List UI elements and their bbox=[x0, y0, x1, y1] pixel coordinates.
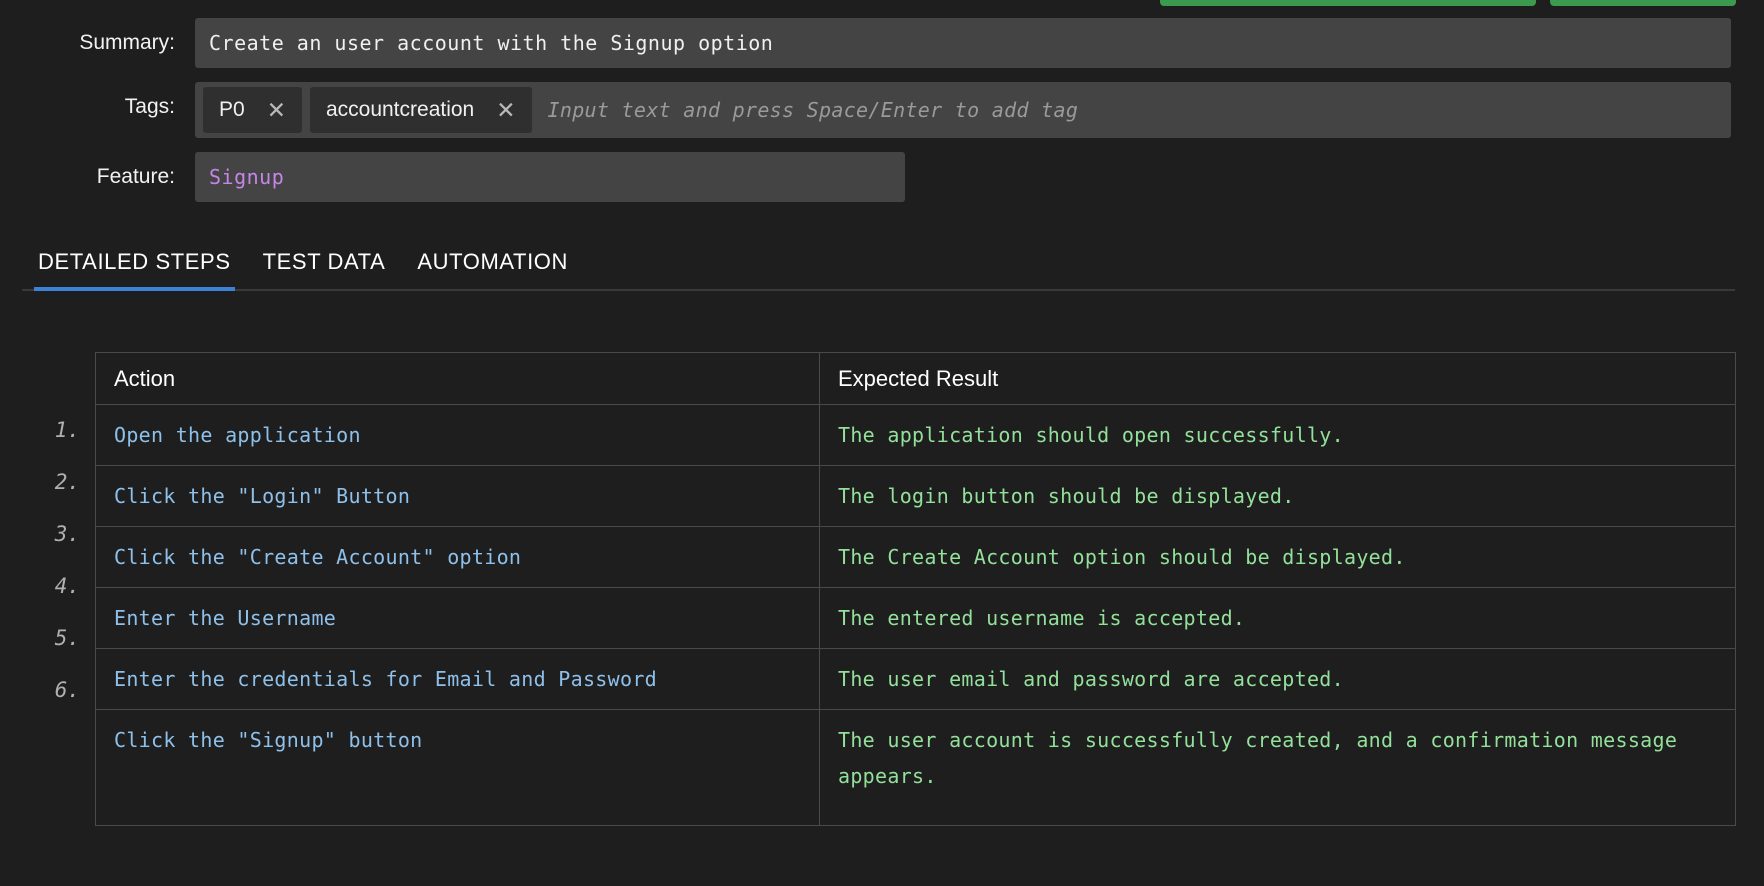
step-number-column: 1. 2. 3. 4. 5. 6. bbox=[0, 352, 95, 716]
tags-placeholder[interactable]: Input text and press Space/Enter to add … bbox=[540, 98, 1079, 122]
tab-detailed-steps[interactable]: DETAILED STEPS bbox=[22, 243, 247, 289]
summary-input[interactable]: Create an user account with the Signup o… bbox=[195, 18, 1731, 68]
tags-label: Tags: bbox=[0, 82, 195, 132]
step-result-cell[interactable]: The user email and password are accepted… bbox=[820, 649, 1736, 710]
table-row[interactable]: Click the "Login" Button The login butto… bbox=[96, 466, 1736, 527]
detailed-steps-table: Action Expected Result Open the applicat… bbox=[95, 352, 1736, 826]
table-row[interactable]: Enter the credentials for Email and Pass… bbox=[96, 649, 1736, 710]
tab-automation[interactable]: AUTOMATION bbox=[401, 243, 584, 289]
step-number: 3. bbox=[0, 508, 95, 560]
green-action-button-1[interactable] bbox=[1160, 0, 1536, 6]
step-number: 4. bbox=[0, 560, 95, 612]
tag-chip-p0[interactable]: P0 ✕ bbox=[203, 87, 302, 133]
table-row[interactable]: Click the "Create Account" option The Cr… bbox=[96, 527, 1736, 588]
step-result-cell[interactable]: The Create Account option should be disp… bbox=[820, 527, 1736, 588]
tag-chip-label: P0 bbox=[219, 98, 245, 122]
top-button-strip bbox=[0, 0, 1764, 10]
step-action-cell[interactable]: Open the application bbox=[96, 405, 820, 466]
step-action-cell[interactable]: Click the "Login" Button bbox=[96, 466, 820, 527]
step-result-cell[interactable]: The user account is successfully created… bbox=[820, 710, 1736, 826]
step-number: 2. bbox=[0, 456, 95, 508]
tag-chip-label: accountcreation bbox=[326, 98, 474, 122]
table-header-row: Action Expected Result bbox=[96, 353, 1736, 405]
green-action-button-2[interactable] bbox=[1550, 0, 1736, 6]
feature-input[interactable]: Signup bbox=[195, 152, 905, 202]
table-row[interactable]: Open the application The application sho… bbox=[96, 405, 1736, 466]
column-header-expected-result: Expected Result bbox=[820, 353, 1736, 405]
step-number: 6. bbox=[0, 664, 95, 716]
step-action-cell[interactable]: Click the "Create Account" option bbox=[96, 527, 820, 588]
table-row[interactable]: Click the "Signup" button The user accou… bbox=[96, 710, 1736, 826]
summary-row: Summary: Create an user account with the… bbox=[0, 18, 1764, 68]
feature-row: Feature: Signup bbox=[0, 152, 1764, 202]
step-number: 1. bbox=[0, 404, 95, 456]
step-number-spacer bbox=[0, 352, 95, 404]
step-result-cell[interactable]: The login button should be displayed. bbox=[820, 466, 1736, 527]
column-header-action: Action bbox=[96, 353, 820, 405]
test-case-form: Summary: Create an user account with the… bbox=[0, 18, 1764, 216]
summary-label: Summary: bbox=[0, 18, 195, 68]
close-icon[interactable]: ✕ bbox=[496, 99, 515, 122]
step-result-cell[interactable]: The entered username is accepted. bbox=[820, 588, 1736, 649]
step-action-cell[interactable]: Enter the credentials for Email and Pass… bbox=[96, 649, 820, 710]
tags-input-container[interactable]: P0 ✕ accountcreation ✕ Input text and pr… bbox=[195, 82, 1731, 138]
step-number: 5. bbox=[0, 612, 95, 664]
tags-row: Tags: P0 ✕ accountcreation ✕ Input text … bbox=[0, 82, 1764, 138]
table-row[interactable]: Enter the Username The entered username … bbox=[96, 588, 1736, 649]
close-icon[interactable]: ✕ bbox=[267, 99, 286, 122]
tag-chip-accountcreation[interactable]: accountcreation ✕ bbox=[310, 87, 532, 133]
step-result-cell[interactable]: The application should open successfully… bbox=[820, 405, 1736, 466]
step-action-cell[interactable]: Click the "Signup" button bbox=[96, 710, 820, 826]
tab-bar: DETAILED STEPS TEST DATA AUTOMATION bbox=[22, 243, 1735, 291]
step-action-cell[interactable]: Enter the Username bbox=[96, 588, 820, 649]
tab-test-data[interactable]: TEST DATA bbox=[247, 243, 402, 289]
feature-label: Feature: bbox=[0, 152, 195, 202]
